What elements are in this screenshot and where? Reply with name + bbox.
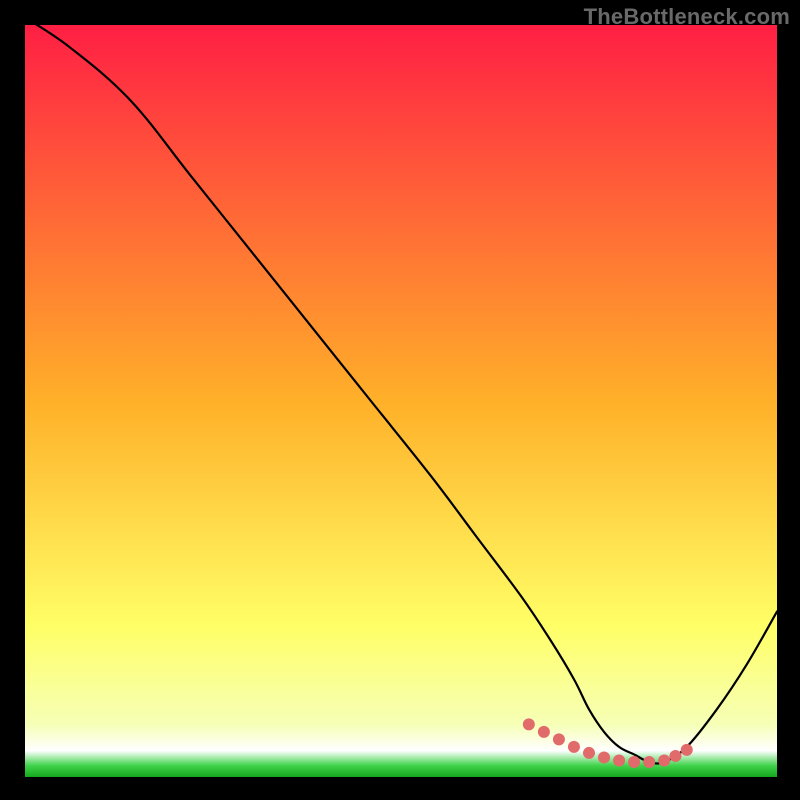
marker-point <box>583 747 595 759</box>
plot-background <box>25 25 777 777</box>
marker-point <box>523 718 535 730</box>
bottleneck-chart: TheBottleneck.com <box>0 0 800 800</box>
chart-svg <box>0 0 800 800</box>
watermark-text: TheBottleneck.com <box>584 4 790 30</box>
marker-point <box>538 726 550 738</box>
marker-point <box>628 756 640 768</box>
marker-point <box>613 754 625 766</box>
marker-point <box>568 741 580 753</box>
marker-point <box>681 744 693 756</box>
marker-point <box>598 751 610 763</box>
marker-point <box>553 733 565 745</box>
marker-point <box>658 754 670 766</box>
marker-point <box>669 750 681 762</box>
marker-point <box>643 756 655 768</box>
